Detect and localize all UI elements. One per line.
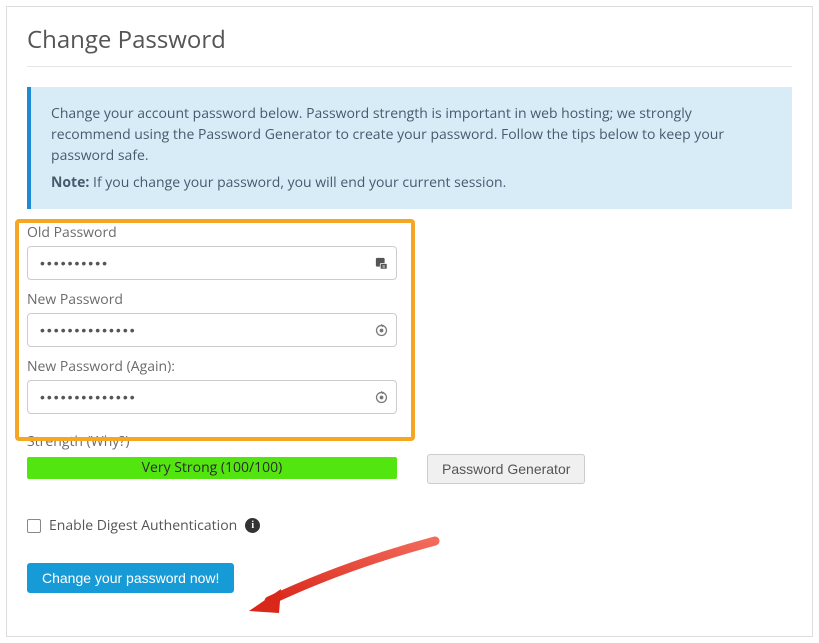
password-generator-button[interactable]: Password Generator	[427, 454, 585, 484]
alert-note: Note: If you change your password, you w…	[51, 172, 772, 193]
password-form: Old Password S New Password	[27, 223, 792, 593]
info-alert: Change your account password below. Pass…	[27, 87, 792, 209]
alert-note-label: Note:	[51, 173, 89, 192]
generate-icon[interactable]	[373, 322, 389, 338]
new-password-again-input[interactable]	[27, 380, 397, 414]
info-icon[interactable]: i	[245, 518, 260, 533]
change-password-button[interactable]: Change your password now!	[27, 563, 234, 593]
strength-label[interactable]: Strength (Why?)	[27, 432, 397, 451]
generate-icon[interactable]	[373, 389, 389, 405]
old-password-label: Old Password	[27, 223, 792, 242]
old-password-input[interactable]	[27, 246, 397, 280]
digest-auth-label: Enable Digest Authentication	[49, 516, 237, 535]
old-password-group: Old Password S	[27, 223, 792, 280]
alert-body-text: Change your account password below. Pass…	[51, 103, 772, 166]
new-password-label: New Password	[27, 290, 792, 309]
strength-meter: Very Strong (100/100)	[27, 457, 397, 479]
alert-note-body: If you change your password, you will en…	[93, 173, 506, 192]
password-manager-icon[interactable]: S	[373, 255, 389, 271]
digest-auth-row: Enable Digest Authentication i	[27, 516, 792, 535]
svg-text:S: S	[382, 263, 385, 268]
page-title: Change Password	[27, 23, 792, 67]
new-password-again-label: New Password (Again):	[27, 357, 792, 376]
digest-auth-checkbox[interactable]	[27, 519, 41, 533]
new-password-input[interactable]	[27, 313, 397, 347]
change-password-panel: Change Password Change your account pass…	[6, 6, 813, 637]
new-password-group: New Password	[27, 290, 792, 347]
new-password-again-group: New Password (Again):	[27, 357, 792, 414]
